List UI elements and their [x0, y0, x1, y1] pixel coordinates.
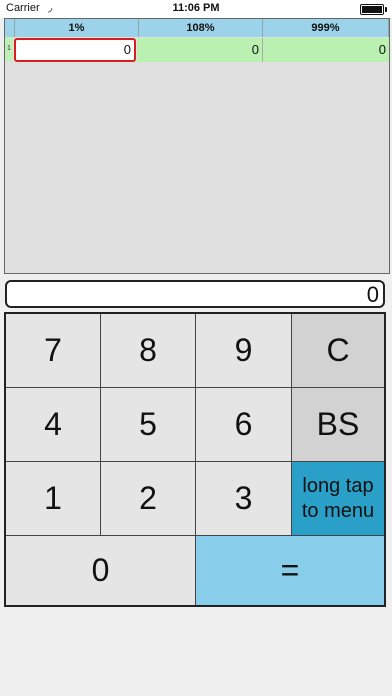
key-1[interactable]: 1	[6, 462, 101, 536]
column-header-2[interactable]: 108%	[139, 19, 263, 37]
key-3[interactable]: 3	[196, 462, 292, 536]
key-2[interactable]: 2	[101, 462, 196, 536]
status-time: 11:06 PM	[172, 2, 220, 14]
clear-button[interactable]: C	[292, 314, 384, 388]
cell-1-1[interactable]: 0	[14, 38, 136, 62]
status-bar: Carrier ◞ 11:06 PM	[0, 0, 392, 18]
key-0[interactable]: 0	[6, 536, 196, 605]
equals-button[interactable]: =	[196, 536, 384, 605]
column-header-3[interactable]: 999%	[263, 19, 389, 37]
key-8[interactable]: 8	[101, 314, 196, 388]
key-6[interactable]: 6	[196, 388, 292, 462]
key-9[interactable]: 9	[196, 314, 292, 388]
menu-button[interactable]: long tap to menu	[292, 462, 384, 536]
backspace-button[interactable]: BS	[292, 388, 384, 462]
battery-icon	[360, 4, 387, 15]
menu-button-line2: to menu	[301, 499, 375, 522]
key-4[interactable]: 4	[6, 388, 101, 462]
cell-1-2[interactable]: 0	[137, 38, 263, 62]
bottom-area	[0, 607, 392, 696]
header-corner	[5, 19, 15, 37]
cell-1-3[interactable]: 0	[263, 38, 389, 62]
sheet-area[interactable]: 1% 108% 999% 1 0 0 0	[4, 18, 390, 274]
result-display: 0	[5, 280, 385, 308]
menu-button-line1: long tap	[302, 474, 374, 497]
keypad: 7 8 9 C 4 5 6 BS 1 2 3 long tap to menu …	[4, 312, 386, 607]
column-header-1[interactable]: 1%	[15, 19, 139, 37]
key-7[interactable]: 7	[6, 314, 101, 388]
key-5[interactable]: 5	[101, 388, 196, 462]
row-number: 1	[5, 37, 13, 61]
